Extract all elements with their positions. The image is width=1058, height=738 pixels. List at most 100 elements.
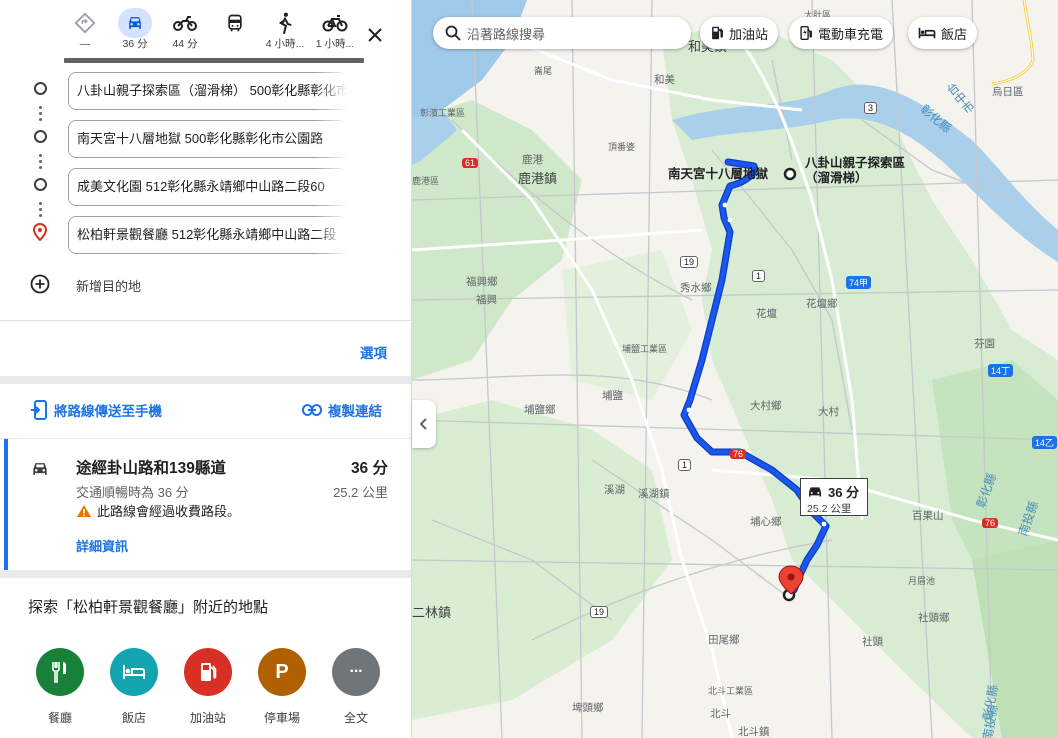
stop-row: 成美文化園 512彰化縣永靖鄉中山路二段60 xyxy=(0,164,411,206)
copy-link-button[interactable]: 複製連結 xyxy=(302,400,382,420)
options-button[interactable]: 選項 xyxy=(360,342,387,362)
category-parking[interactable]: P 停車場 xyxy=(252,648,312,726)
car-icon xyxy=(33,463,47,475)
mode-best[interactable]: — xyxy=(60,8,110,56)
road-shield: 76 xyxy=(730,449,747,459)
stop-circle-icon xyxy=(34,178,47,191)
route-traffic-text: 交通順暢時為 36 分 xyxy=(76,485,189,500)
category-gas-stations[interactable]: 加油站 xyxy=(178,648,238,726)
map-label: 大村 xyxy=(818,406,839,418)
add-destination-label: 新增目的地 xyxy=(76,279,142,294)
chip-hotels[interactable]: 飯店 xyxy=(908,17,978,49)
collapse-panel-button[interactable] xyxy=(412,400,436,448)
road-shield: 14乙 xyxy=(1032,436,1058,449)
walking-icon xyxy=(279,12,292,34)
explore-nearby-title: 探索「松柏軒景觀餐廳」附近的地點 xyxy=(28,599,269,616)
map-label: 溪湖 xyxy=(604,484,625,496)
road-shield: 3 xyxy=(864,102,878,114)
road-shield: 1 xyxy=(752,270,766,282)
mode-motorcycle[interactable]: 44 分 xyxy=(160,8,210,56)
road-shield: 76 xyxy=(982,518,999,528)
map-label: 芬園 xyxy=(974,338,995,350)
category-more[interactable]: ··· 全文 xyxy=(326,648,386,726)
link-icon xyxy=(302,404,322,416)
map-label: 彰濱工業區 xyxy=(420,108,466,118)
destination-pin-icon xyxy=(33,223,47,241)
map-label: 溪湖鎮 xyxy=(638,488,670,500)
divider xyxy=(0,320,411,321)
map-label: 秀水鄉 xyxy=(680,282,712,294)
chip-ev-charging[interactable]: 電動車充電 xyxy=(789,17,894,49)
map-label: 花壇鄉 xyxy=(806,298,838,310)
section-separator xyxy=(0,570,411,578)
road-shield: 19 xyxy=(680,256,699,268)
details-link[interactable]: 詳細資訊 xyxy=(76,536,128,555)
gas-station-icon xyxy=(712,26,723,40)
hotel-icon xyxy=(110,648,158,696)
ev-charging-icon xyxy=(800,26,812,40)
close-icon xyxy=(368,28,382,42)
map-label: 二林鎮 xyxy=(412,605,452,620)
stop-row: 八卦山親子探索區（溜滑梯） 500彰化縣彰化市 xyxy=(0,68,411,110)
mode-driving[interactable]: 36 分 xyxy=(110,8,160,56)
mode-cycling[interactable]: 1 小時... xyxy=(310,8,360,56)
map-label: 鹿港 xyxy=(522,154,543,166)
travel-mode-bar: — 36 分 44 分 4 小時... 1 小時... xyxy=(0,8,411,58)
bus-icon xyxy=(228,14,242,32)
map-label: 北斗工業區 xyxy=(708,686,754,696)
route-card[interactable]: 途經卦山路和139縣道 36 分 交通順暢時為 36 分 25.2 公里 此路線… xyxy=(0,438,411,571)
more-icon: ··· xyxy=(332,648,380,696)
category-hotels[interactable]: 飯店 xyxy=(104,648,164,726)
waypoint-label[interactable]: 南天宮十八層地獄 xyxy=(668,167,768,182)
stop-input[interactable]: 南天宮十八層地獄 500彰化縣彰化市公園路 xyxy=(68,120,348,158)
hotel-icon xyxy=(918,27,936,39)
send-to-phone-label: 將路線傳送至手機 xyxy=(54,404,162,419)
chip-gas-stations[interactable]: 加油站 xyxy=(700,17,779,49)
route-time-callout[interactable]: 36 分 25.2 公里 xyxy=(800,478,868,516)
road-shield: 1 xyxy=(678,459,692,471)
restaurant-icon xyxy=(36,648,84,696)
map-canvas[interactable]: 61 19 1 3 74甲 76 14丁 14乙 76 1 19 和美鎮 和美 … xyxy=(412,0,1058,738)
map-label: 和美 xyxy=(654,74,675,86)
search-along-route-input[interactable]: 沿著路線搜尋 xyxy=(433,17,691,49)
chip-label: 飯店 xyxy=(941,26,968,42)
stop-row: 松柏軒景觀餐廳 512彰化縣永靖鄉中山路二段 xyxy=(0,212,411,254)
best-route-icon xyxy=(74,12,96,34)
mode-motorcycle-label: 44 分 xyxy=(172,38,198,50)
send-to-phone-button[interactable]: 將路線傳送至手機 xyxy=(30,400,162,420)
close-directions-button[interactable] xyxy=(360,20,390,50)
route-time: 36 分 xyxy=(350,460,388,477)
category-restaurants[interactable]: 餐廳 xyxy=(30,648,90,726)
map-label: 埔心鄉 xyxy=(750,516,782,528)
map-label: 月眉池 xyxy=(908,576,936,586)
highway xyxy=(991,0,1035,86)
stop-input[interactable]: 成美文化園 512彰化縣永靖鄉中山路二段60 xyxy=(68,168,348,206)
category-label: 停車場 xyxy=(263,711,300,725)
category-label: 加油站 xyxy=(189,711,226,725)
route-node xyxy=(686,407,692,413)
waypoint-label[interactable]: 八卦山親子探索區（溜滑梯） xyxy=(805,156,905,186)
map-label: 頂番婆 xyxy=(608,142,636,152)
map-label: 埔鹽工業區 xyxy=(622,344,668,354)
map-label: 北斗鎮 xyxy=(738,726,770,738)
road-shield: 61 xyxy=(462,158,479,168)
stop-input[interactable]: 松柏軒景觀餐廳 512彰化縣永靖鄉中山路二段 xyxy=(68,216,348,254)
map-label: 埔鹽 xyxy=(602,390,623,402)
search-icon xyxy=(445,25,461,41)
route-node xyxy=(722,202,728,208)
toll-warning-text: 此路線會經過收費路段。 xyxy=(97,504,241,519)
stop-input[interactable]: 八卦山親子探索區（溜滑梯） 500彰化縣彰化市 xyxy=(68,72,348,110)
car-icon xyxy=(809,486,821,497)
add-destination-button[interactable]: 新增目的地 xyxy=(0,272,411,298)
map-label: 社頭 xyxy=(862,636,883,648)
directions-panel: — 36 分 44 分 4 小時... 1 小時... 八卦山親子探索區（溜滑梯… xyxy=(0,0,412,738)
map-label: 花壇 xyxy=(756,308,777,320)
waypoint-marker[interactable] xyxy=(783,167,797,181)
mode-transit[interactable] xyxy=(210,8,260,56)
chip-label: 電動車充電 xyxy=(818,26,884,42)
map-label: 鹿港區 xyxy=(412,176,440,186)
road-shield: 14丁 xyxy=(988,364,1014,377)
map-label: 烏日區 xyxy=(992,86,1024,98)
mode-walking[interactable]: 4 小時... xyxy=(260,8,310,56)
gas-station-icon xyxy=(184,648,232,696)
